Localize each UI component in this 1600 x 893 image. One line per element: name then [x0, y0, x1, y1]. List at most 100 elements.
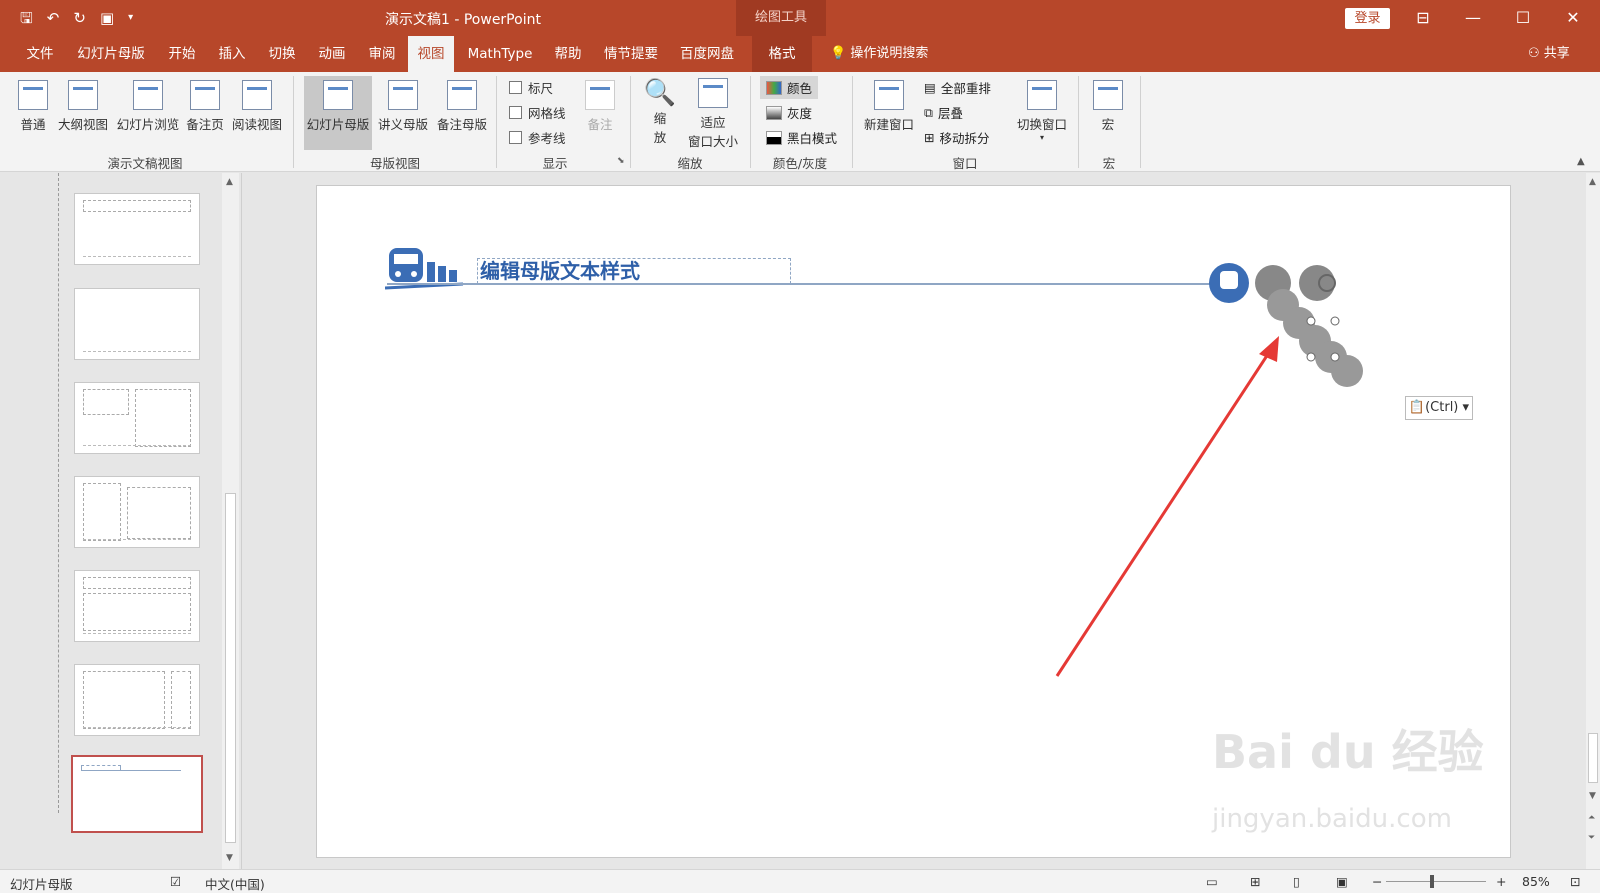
layout-thumbnail-4[interactable]	[74, 476, 200, 548]
zoom-out-icon[interactable]: −	[1372, 874, 1382, 889]
scroll-up-icon[interactable]: ▲	[226, 177, 233, 187]
redo-icon[interactable]: ↻	[73, 8, 86, 28]
tab-5[interactable]: 动画	[312, 36, 352, 72]
tab-6[interactable]: 审阅	[362, 36, 402, 72]
layout-thumbnail-7-selected[interactable]	[71, 755, 203, 833]
next-slide-icon[interactable]: ⏷	[1588, 833, 1595, 843]
slide-vertical-scrollbar[interactable]: ▲ ▼ ⏶ ⏷	[1586, 173, 1600, 869]
zoom-level[interactable]: 85%	[1522, 874, 1550, 889]
reading-view-button[interactable]: 阅读视图	[228, 80, 286, 133]
notes-page-button[interactable]: 备注页	[184, 80, 226, 133]
lightbulb-icon: 💡	[830, 46, 851, 61]
maximize-icon[interactable]: ☐	[1508, 6, 1538, 30]
scroll-up-icon[interactable]: ▲	[1589, 177, 1596, 187]
red-annotation-arrow	[1055, 336, 1279, 677]
scrollbar-thumb[interactable]	[1588, 733, 1598, 783]
tab-0[interactable]: 文件	[20, 36, 60, 72]
fit-slide-icon[interactable]: ⊡	[1570, 874, 1580, 889]
save-icon[interactable]: 🖫	[20, 8, 33, 28]
tab-12[interactable]: 格式	[752, 36, 812, 72]
layout-thumbnail-6[interactable]	[74, 664, 200, 736]
vertical-text-placeholder	[83, 593, 191, 631]
ribbon-display-options-icon[interactable]: ⊟	[1408, 6, 1438, 30]
collapse-ribbon-icon[interactable]: ▲	[1577, 156, 1585, 167]
separator	[293, 76, 294, 168]
thumbnail-scrollbar[interactable]: ▲ ▼	[222, 173, 239, 869]
tab-9[interactable]: 帮助	[548, 36, 588, 72]
zoom-slider[interactable]	[1386, 881, 1486, 882]
customize-qat-icon[interactable]: ▾	[128, 8, 133, 28]
tab-3[interactable]: 插入	[212, 36, 252, 72]
spelling-check-icon[interactable]: ☑	[170, 874, 181, 889]
cascade-button[interactable]: ⧉ 层叠	[924, 103, 963, 122]
scroll-down-icon[interactable]: ▼	[226, 853, 233, 863]
ruler-checkbox[interactable]: 标尺	[509, 78, 553, 97]
outline-view-button[interactable]: 大纲视图	[54, 80, 112, 133]
slide-master-canvas[interactable]: 编辑母版文本样式 📋(Ctrl) ▾ Bai du 经验 jingyan.bai…	[316, 185, 1511, 858]
layout-thumbnail-1[interactable]	[74, 193, 200, 265]
notes-button[interactable]: 备注	[580, 80, 620, 133]
dialog-launcher-icon[interactable]: ⬊	[617, 156, 625, 166]
checkbox-box	[509, 106, 522, 119]
tab-4[interactable]: 切换	[262, 36, 302, 72]
minimize-icon[interactable]: —	[1458, 6, 1488, 30]
black-white-button[interactable]: 黑白模式	[766, 128, 837, 147]
share-button[interactable]: ⚇ 共享	[1528, 36, 1570, 72]
scroll-down-icon[interactable]: ▼	[1589, 791, 1596, 801]
color-button[interactable]: 颜色	[760, 76, 819, 99]
notes-master-icon	[447, 80, 477, 110]
paste-options-button[interactable]: 📋(Ctrl) ▾	[1405, 396, 1473, 420]
handout-master-button[interactable]: 讲义母版	[374, 80, 432, 133]
zoom-group-label: 缩放	[677, 156, 703, 171]
new-window-button[interactable]: 新建窗口	[860, 80, 918, 133]
fit-to-window-button[interactable]: 适应 窗口大小	[684, 78, 742, 150]
title-placeholder[interactable]: 编辑母版文本样式	[477, 258, 791, 284]
slide-sorter-icon	[133, 80, 163, 110]
slide-sorter-button[interactable]: 幻灯片浏览	[113, 80, 183, 133]
notes-master-button[interactable]: 备注母版	[433, 80, 491, 133]
new-window-icon	[874, 80, 904, 110]
tab-1[interactable]: 幻灯片母版	[70, 36, 152, 72]
footer-placeholder	[83, 351, 191, 355]
tab-7[interactable]: 视图	[408, 36, 454, 72]
close-icon[interactable]: ✕	[1558, 6, 1588, 30]
scrollbar-thumb[interactable]	[225, 493, 236, 843]
undo-icon[interactable]: ↶	[47, 8, 60, 28]
language-label[interactable]: 中文(中国)	[205, 874, 265, 893]
layout-thumbnail-3[interactable]	[74, 382, 200, 454]
arrange-all-button[interactable]: ▤ 全部重排	[924, 78, 991, 97]
slide-master-button[interactable]: 幻灯片母版	[304, 76, 372, 150]
layout-thumbnail-2[interactable]	[74, 288, 200, 360]
zoom-in-icon[interactable]: +	[1496, 874, 1506, 889]
normal-view-button[interactable]: 普通	[14, 80, 52, 133]
quick-access-toolbar: 🖫 ↶ ↻ ▣ ▾	[20, 8, 133, 28]
tell-me-search[interactable]: 💡 操作说明搜索	[830, 36, 928, 72]
tab-11[interactable]: 百度网盘	[674, 36, 740, 72]
slide-sorter-status-icon[interactable]: ⊞	[1250, 874, 1260, 889]
grayscale-button[interactable]: 灰度	[766, 103, 812, 122]
footer-placeholder	[83, 256, 191, 260]
slide-show-status-icon[interactable]: ▣	[1336, 874, 1348, 889]
macros-button[interactable]: 宏	[1090, 80, 1126, 133]
title-placeholder	[83, 577, 191, 589]
gridlines-checkbox[interactable]: 网格线	[509, 103, 566, 122]
guides-checkbox[interactable]: 参考线	[509, 128, 566, 147]
tab-10[interactable]: 情节提要	[598, 36, 664, 72]
present-icon[interactable]: ▣	[100, 8, 114, 28]
layout-thumbnail-5[interactable]	[74, 570, 200, 642]
normal-view-status-icon[interactable]: ▭	[1206, 874, 1218, 889]
previous-slide-icon[interactable]: ⏶	[1588, 813, 1595, 823]
tab-8[interactable]: MathType	[462, 36, 538, 72]
tab-2[interactable]: 开始	[162, 36, 202, 72]
login-button[interactable]: 登录	[1345, 8, 1390, 29]
zoom-button[interactable]: 🔍 缩 放	[640, 78, 680, 146]
macros-group-label: 宏	[1102, 156, 1116, 171]
zoom-slider-thumb[interactable]	[1430, 875, 1434, 888]
window-group-label: 窗口	[952, 156, 978, 171]
move-split-button[interactable]: ⊞ 移动拆分	[924, 128, 990, 147]
vertical-title-placeholder	[171, 671, 191, 729]
separator	[1078, 76, 1079, 168]
reading-view-status-icon[interactable]: ▯	[1293, 874, 1300, 889]
title-divider-line[interactable]	[387, 283, 1227, 285]
switch-window-button[interactable]: 切换窗口 ▾	[1012, 80, 1072, 142]
